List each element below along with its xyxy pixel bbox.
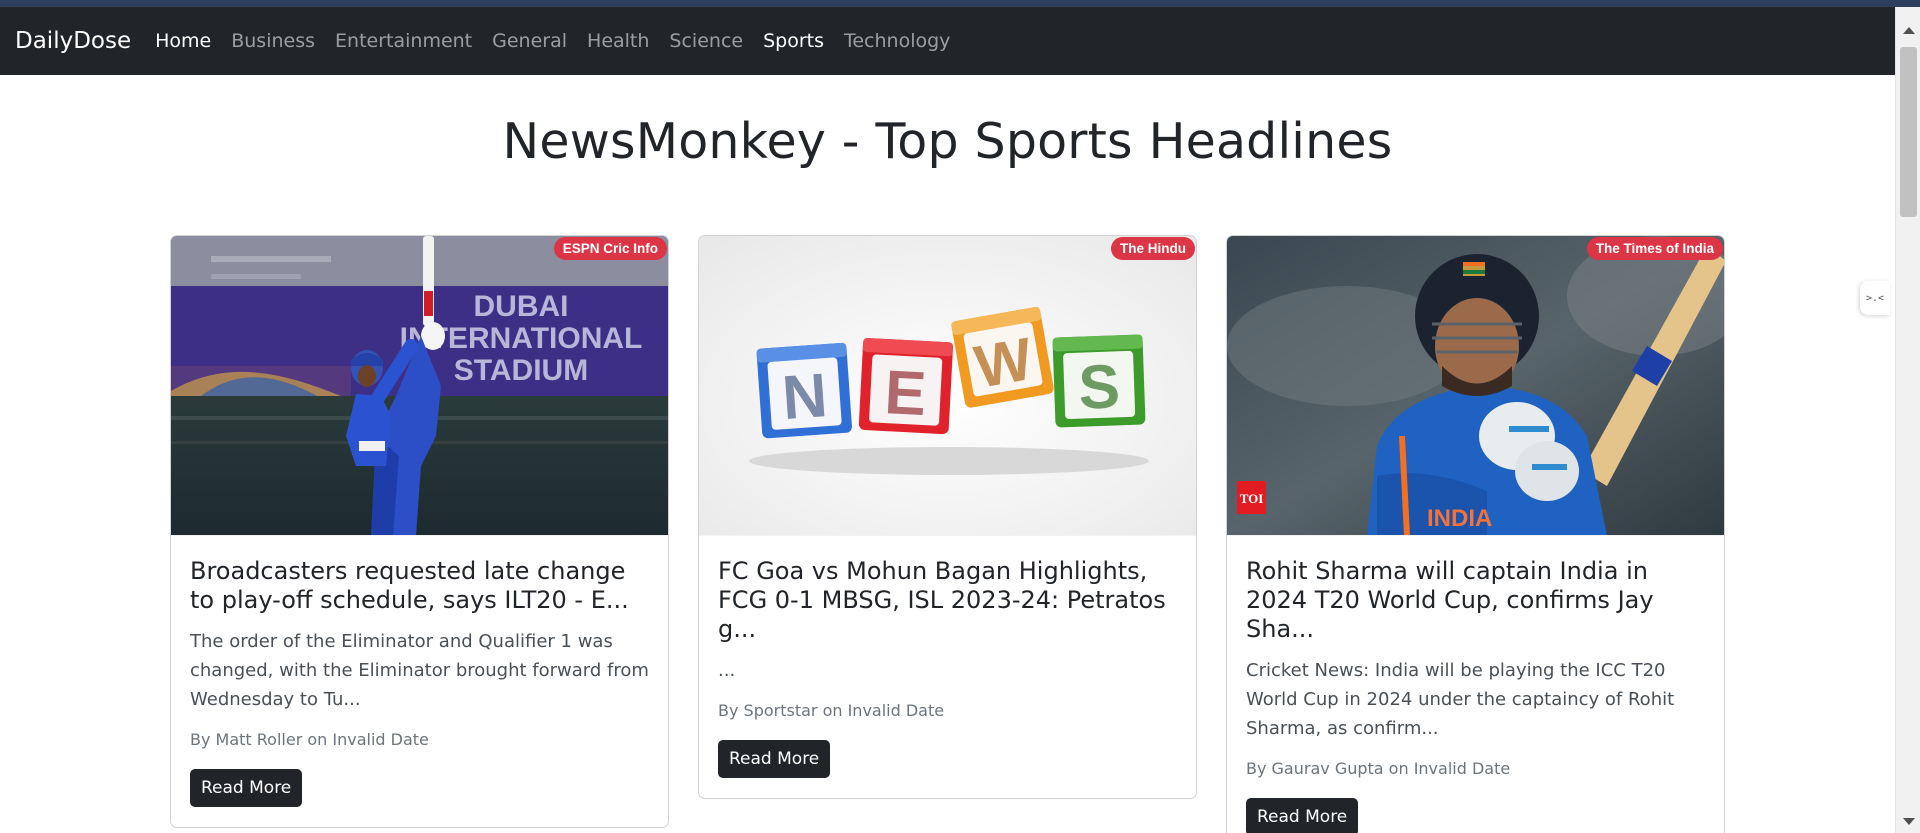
cricket-batsman-image: DUBAI INTERNATIONAL STADIUM bbox=[171, 236, 668, 535]
nav-link-general[interactable]: General bbox=[482, 30, 577, 52]
card-author-date: By Matt Roller on Invalid Date bbox=[190, 730, 429, 749]
scrollbar-thumb[interactable] bbox=[1900, 47, 1917, 217]
source-badge: The Times of India bbox=[1586, 237, 1723, 260]
page-title: NewsMonkey - Top Sports Headlines bbox=[502, 113, 1393, 170]
svg-text:INDIA: INDIA bbox=[1427, 505, 1492, 532]
nav-link-science[interactable]: Science bbox=[659, 30, 753, 52]
nav-link-technology[interactable]: Technology bbox=[834, 30, 960, 52]
source-badge: The Hindu bbox=[1111, 237, 1195, 260]
card-description: The order of the Eliminator and Qualifie… bbox=[190, 631, 649, 710]
vertical-scrollbar[interactable] bbox=[1895, 7, 1920, 833]
read-more-button[interactable]: Read More bbox=[718, 740, 831, 778]
scroll-down-arrow-icon[interactable] bbox=[1903, 818, 1915, 825]
scroll-up-arrow-icon[interactable] bbox=[1903, 27, 1915, 34]
svg-text:W: W bbox=[970, 325, 1038, 401]
nav-link-home[interactable]: Home bbox=[145, 30, 221, 52]
cricket-player-image: INDIA TOI bbox=[1227, 236, 1724, 535]
news-blocks-image: N E W S bbox=[699, 236, 1196, 535]
card-title: Broadcasters requested late change to pl… bbox=[190, 557, 629, 614]
nav-links: Home Business Entertainment General Heal… bbox=[145, 30, 960, 52]
extension-side-tab[interactable]: >.< bbox=[1860, 281, 1890, 315]
news-image-blocks: N E W S The Hindu bbox=[699, 236, 1196, 536]
svg-text:STADIUM: STADIUM bbox=[454, 354, 588, 387]
nav-link-health[interactable]: Health bbox=[577, 30, 659, 52]
svg-text:DUBAI: DUBAI bbox=[474, 290, 569, 323]
card-author-date: By Sportstar on Invalid Date bbox=[718, 701, 945, 720]
news-card: N E W S The Hindu FC Goa vs Mohun Bagan … bbox=[698, 235, 1197, 799]
news-card: INDIA TOI The Times of India Rohit Sharm… bbox=[1226, 235, 1725, 833]
card-description: ... bbox=[718, 660, 736, 681]
nav-link-entertainment[interactable]: Entertainment bbox=[325, 30, 482, 52]
card-description: Cricket News: India will be playing the … bbox=[1246, 660, 1675, 739]
card-author-date: By Gaurav Gupta on Invalid Date bbox=[1246, 759, 1511, 778]
source-badge: ESPN Cric Info bbox=[553, 237, 667, 260]
svg-text:N: N bbox=[780, 361, 829, 433]
news-image-cricketer: INDIA TOI The Times of India bbox=[1227, 236, 1724, 536]
svg-text:E: E bbox=[883, 358, 928, 429]
navbar: DailyDose Home Business Entertainment Ge… bbox=[0, 7, 1895, 75]
svg-text:S: S bbox=[1077, 352, 1121, 422]
read-more-button[interactable]: Read More bbox=[190, 769, 303, 807]
browser-top-line bbox=[0, 0, 1920, 7]
read-more-button[interactable]: Read More bbox=[1246, 798, 1359, 833]
svg-text:TOI: TOI bbox=[1240, 491, 1264, 506]
card-title: Rohit Sharma will captain India in 2024 … bbox=[1246, 557, 1654, 643]
nav-link-business[interactable]: Business bbox=[221, 30, 325, 52]
brand-logo[interactable]: DailyDose bbox=[15, 28, 131, 54]
news-card: DUBAI INTERNATIONAL STADIUM ESPN Cric In… bbox=[170, 235, 669, 828]
card-title: FC Goa vs Mohun Bagan Highlights, FCG 0-… bbox=[718, 557, 1166, 643]
news-image-cricket: DUBAI INTERNATIONAL STADIUM ESPN Cric In… bbox=[171, 236, 668, 536]
nav-link-sports[interactable]: Sports bbox=[753, 30, 834, 52]
